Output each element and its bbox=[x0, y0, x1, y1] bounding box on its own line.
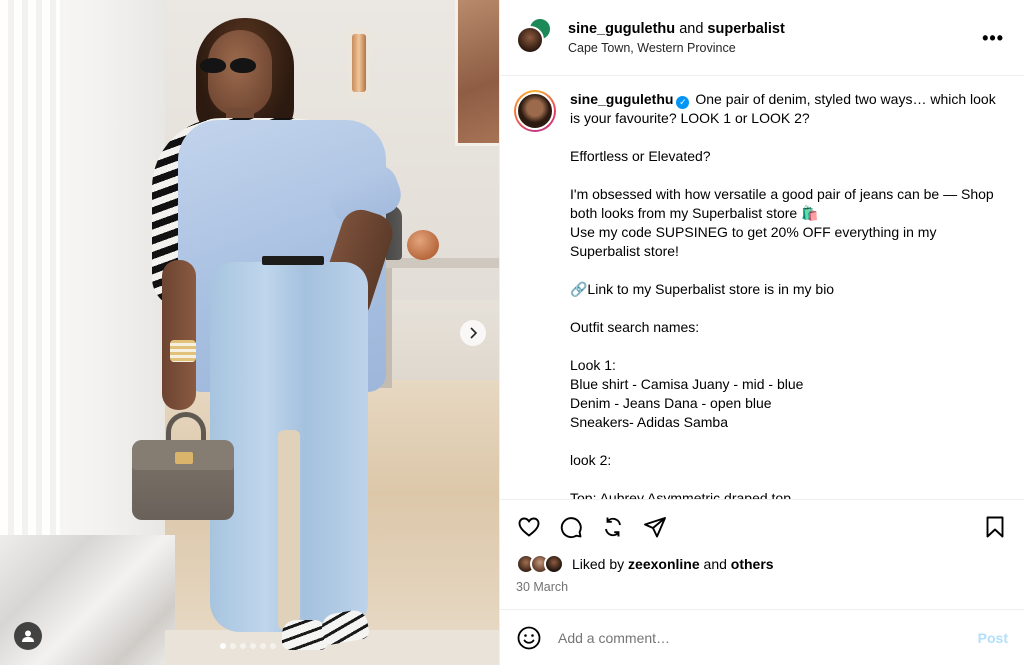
instagram-post: sine_gugulethu and superbalist Cape Town… bbox=[0, 0, 1024, 665]
save-button[interactable] bbox=[982, 514, 1008, 540]
post-header: sine_gugulethu and superbalist Cape Town… bbox=[500, 0, 1024, 76]
likes-text: Liked by zeexonline and others bbox=[572, 556, 774, 572]
leg-gap bbox=[278, 430, 300, 630]
collaborator-username-link[interactable]: superbalist bbox=[707, 21, 784, 37]
repost-icon bbox=[605, 517, 621, 537]
heart-icon bbox=[518, 517, 540, 537]
collab-avatars[interactable] bbox=[516, 16, 558, 59]
caption-username-link[interactable]: sine_gugulethu bbox=[570, 91, 673, 107]
caption-author-avatar[interactable] bbox=[514, 90, 556, 132]
likes-joiner: and bbox=[703, 556, 727, 572]
comment-bar: Post bbox=[500, 609, 1024, 665]
model-figure bbox=[0, 0, 499, 665]
chevron-right-icon bbox=[470, 327, 478, 339]
header-text: sine_gugulethu and superbalist Cape Town… bbox=[568, 21, 785, 55]
share-icon bbox=[644, 517, 666, 538]
comment-button[interactable] bbox=[558, 514, 584, 540]
share-button[interactable] bbox=[642, 514, 668, 540]
post-actions: Liked by zeexonline and others 30 March bbox=[500, 499, 1024, 609]
author-username-link[interactable]: sine_gugulethu bbox=[568, 21, 675, 37]
model-arm-left bbox=[162, 260, 196, 410]
liker-avatar bbox=[544, 554, 564, 574]
emoji-icon[interactable] bbox=[516, 625, 542, 651]
caption-text: sine_gugulethu ✓ One pair of denim, style… bbox=[570, 90, 1000, 499]
caption-scroll-area[interactable]: sine_gugulethu ✓ One pair of denim, style… bbox=[500, 76, 1024, 499]
caption-body: One pair of denim, styled two ways… whic… bbox=[570, 91, 996, 499]
carousel-dot bbox=[220, 643, 226, 649]
likes-others-link[interactable]: others bbox=[731, 556, 774, 572]
post-side-panel: sine_gugulethu and superbalist Cape Town… bbox=[499, 0, 1024, 665]
like-button[interactable] bbox=[516, 514, 542, 540]
location-link[interactable]: Cape Town, Western Province bbox=[568, 41, 785, 55]
comment-icon bbox=[560, 517, 582, 539]
liker-username-link[interactable]: zeexonline bbox=[628, 556, 700, 572]
post-comment-button[interactable]: Post bbox=[978, 630, 1008, 646]
carousel-dot bbox=[270, 643, 276, 649]
user-tag-icon bbox=[22, 630, 34, 642]
post-media[interactable] bbox=[0, 0, 499, 665]
likes-prefix: Liked by bbox=[572, 556, 625, 572]
handbag-lock bbox=[175, 452, 193, 464]
action-icons-row bbox=[516, 512, 1008, 542]
more-options-button[interactable]: ••• bbox=[982, 28, 1004, 49]
header-names: sine_gugulethu and superbalist bbox=[568, 21, 785, 37]
carousel-dot bbox=[260, 643, 266, 649]
bookmark-icon bbox=[986, 516, 1004, 538]
verified-badge-icon: ✓ bbox=[676, 96, 690, 109]
liker-avatars[interactable] bbox=[516, 554, 570, 574]
carousel-dot bbox=[230, 643, 236, 649]
header-joiner: and bbox=[679, 20, 704, 37]
repost-button[interactable] bbox=[600, 514, 626, 540]
author-avatar[interactable] bbox=[516, 25, 544, 54]
black-belt bbox=[262, 256, 324, 265]
likes-row: Liked by zeexonline and others bbox=[516, 554, 1008, 574]
carousel-dot bbox=[250, 643, 256, 649]
carousel-dots bbox=[220, 643, 276, 649]
carousel-dot bbox=[240, 643, 246, 649]
post-date[interactable]: 30 March bbox=[516, 580, 1008, 594]
carousel-next-button[interactable] bbox=[460, 320, 486, 346]
sunglasses bbox=[198, 58, 258, 74]
comment-input[interactable] bbox=[558, 629, 978, 646]
gold-bangles bbox=[170, 340, 196, 362]
avatar-image bbox=[516, 92, 554, 130]
tagged-users-button[interactable] bbox=[14, 622, 42, 650]
